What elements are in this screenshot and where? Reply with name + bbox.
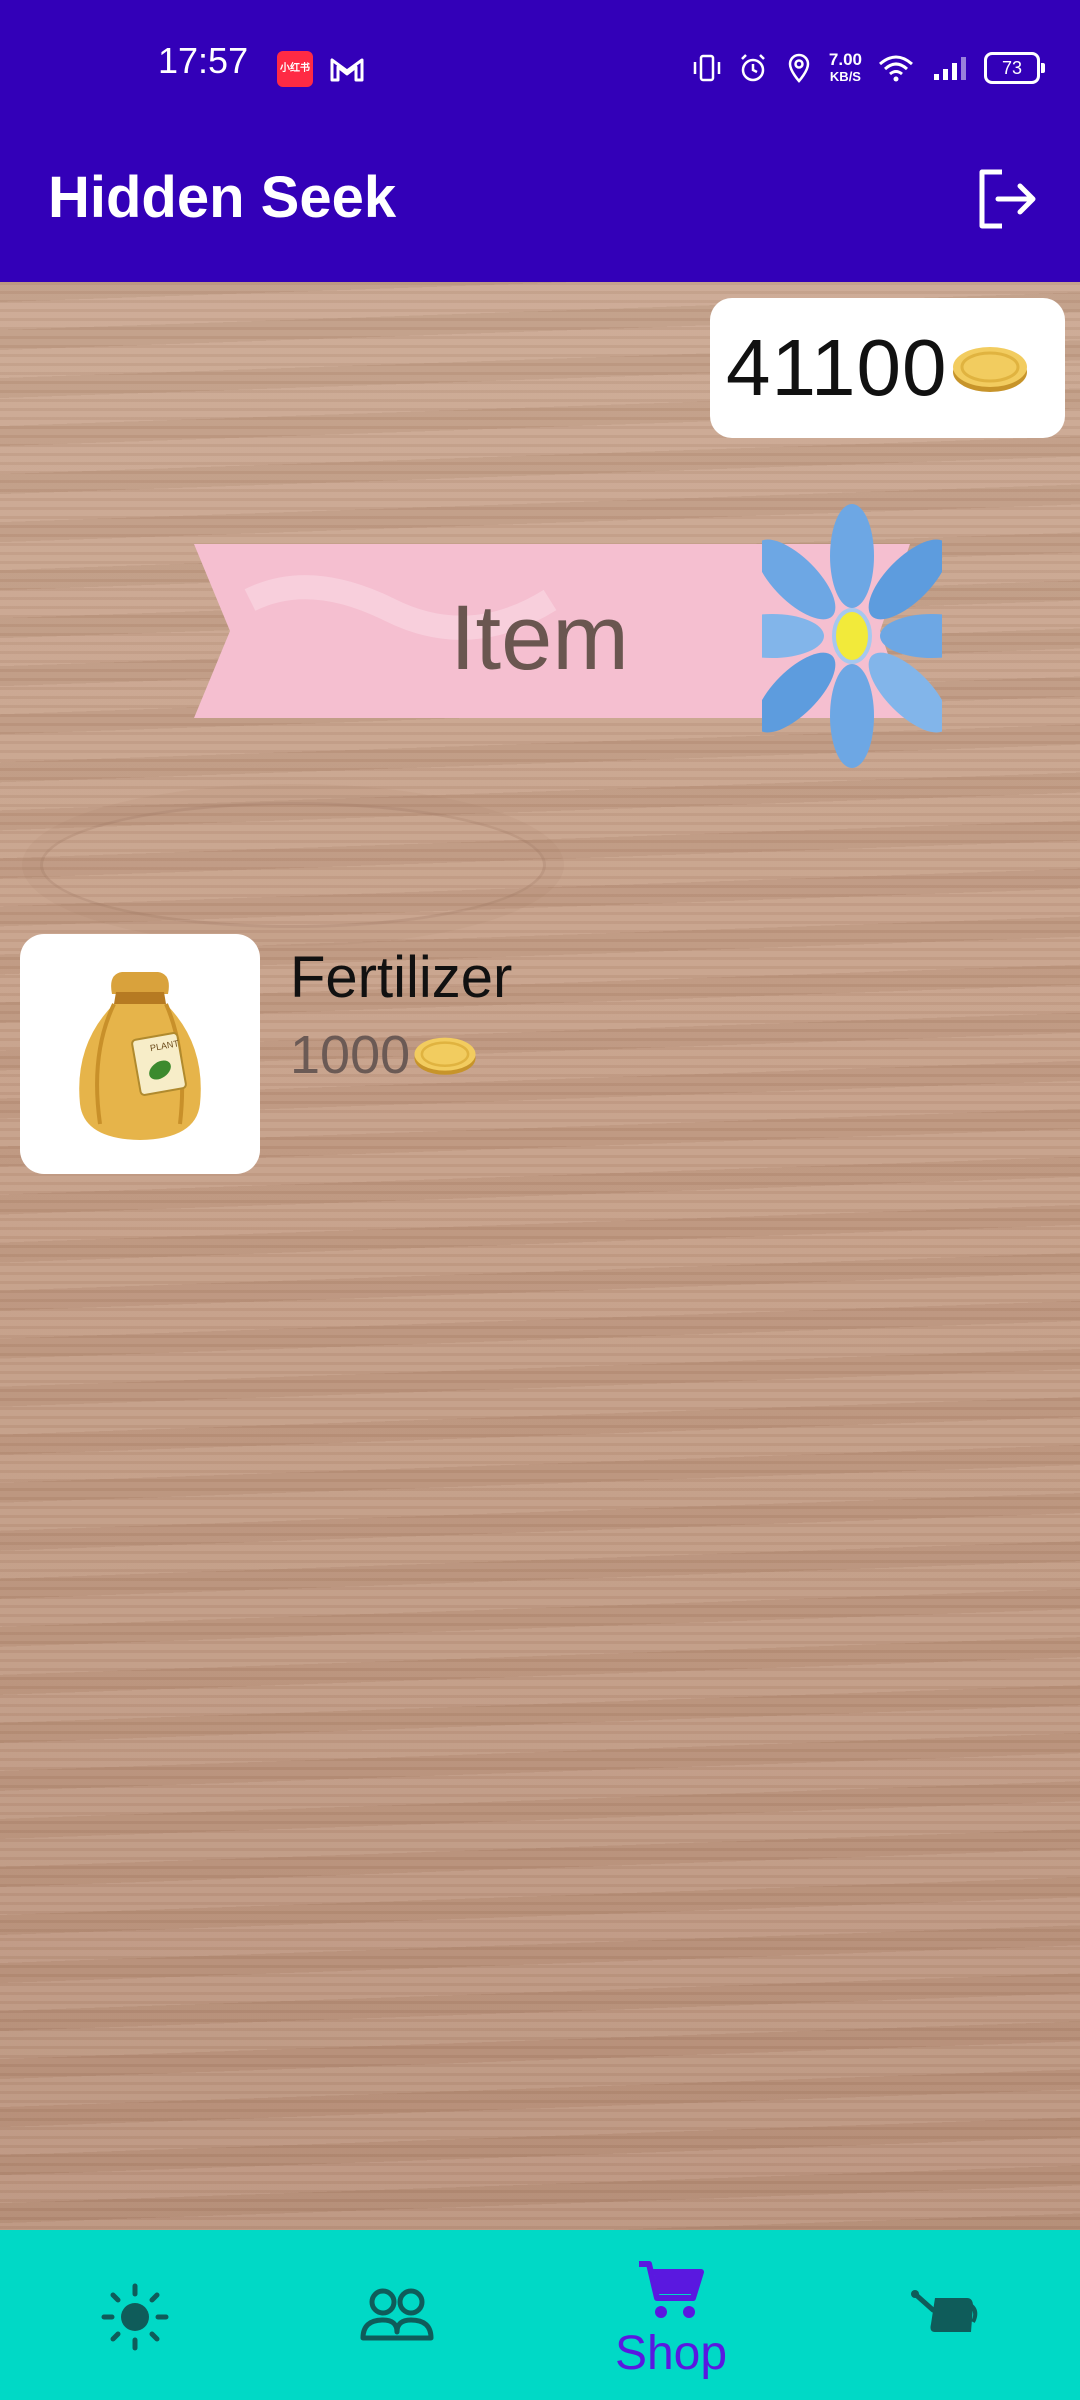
coin-balance: 41100 — [710, 298, 1065, 438]
net-speed-value: 7.00 — [828, 50, 862, 69]
net-speed: 7.00 KB/S — [829, 51, 862, 85]
item-name: Fertilizer — [290, 945, 513, 1010]
location-icon — [788, 53, 810, 83]
flower-decoration — [762, 504, 942, 768]
status-bar: 17:57 小红书 7.00 KB/S 73 — [0, 0, 1080, 120]
banner-title: Item — [450, 587, 629, 689]
tab-shop-label: Shop — [614, 2327, 728, 2380]
fertilizer-bag-icon: PLANT — [79, 972, 201, 1140]
xiaohongshu-app-icon: 小红书 — [277, 51, 313, 87]
gmail-icon — [330, 58, 364, 82]
item-price: 1000 — [290, 1025, 411, 1085]
section-banner: Item — [190, 504, 942, 768]
app-bar: Hidden Seek — [0, 120, 1080, 282]
item-thumbnail: PLANT — [20, 934, 260, 1174]
coin-amount: 41100 — [726, 323, 948, 412]
alarm-icon — [741, 54, 765, 82]
net-speed-unit: KB/S — [829, 69, 861, 84]
sun-icon — [101, 2283, 169, 2351]
item-price-row: 1000 — [290, 1024, 478, 1086]
watering-can-icon — [911, 2290, 978, 2332]
coin-icon — [414, 1037, 476, 1075]
tab-weather[interactable] — [0, 2230, 270, 2400]
tab-friends[interactable] — [262, 2230, 532, 2400]
status-icons: 7.00 KB/S 73 — [691, 48, 1045, 88]
coin-icon — [952, 347, 1027, 392]
bottom-navigation: Shop — [0, 2230, 1080, 2400]
vibrate-icon — [693, 54, 721, 82]
wifi-icon — [879, 55, 913, 82]
tab-garden[interactable] — [810, 2230, 1080, 2400]
logout-icon[interactable] — [974, 166, 1040, 232]
shop-item-fertilizer[interactable]: PLANT Fertilizer 1000 — [20, 934, 1060, 1174]
status-time: 17:57 — [158, 40, 249, 81]
shopping-cart-icon — [639, 2261, 704, 2318]
app-title: Hidden Seek — [48, 165, 397, 230]
signal-icon — [934, 57, 966, 80]
wood-grain-decoration — [40, 802, 546, 928]
tab-shop[interactable]: Shop — [536, 2230, 806, 2400]
friends-icon — [360, 2288, 434, 2341]
battery-indicator: 73 — [984, 52, 1045, 84]
